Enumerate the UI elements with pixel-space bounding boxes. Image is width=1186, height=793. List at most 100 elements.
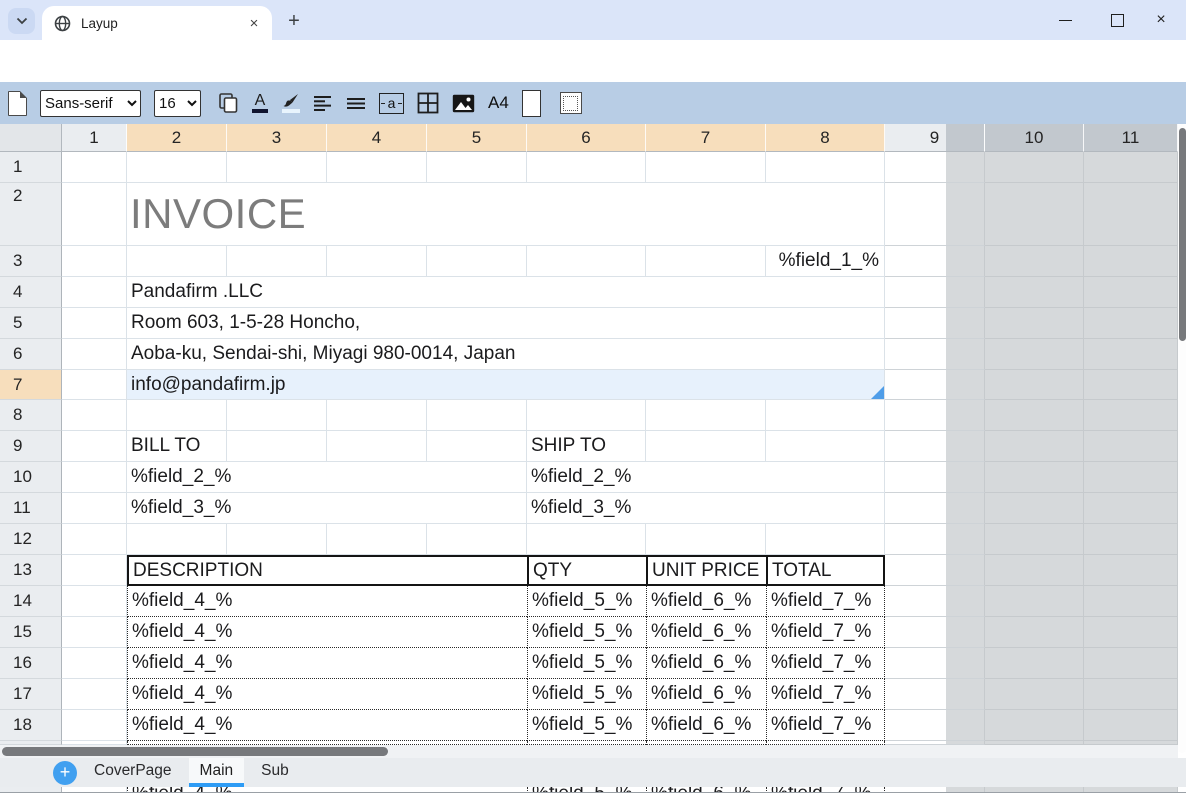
row-header[interactable]: 9 — [0, 431, 62, 462]
grid-cell[interactable] — [227, 431, 327, 462]
grid-cell[interactable] — [62, 617, 127, 648]
table-data-cell[interactable]: %field_5_% — [527, 679, 646, 710]
grid-cell[interactable] — [985, 493, 1084, 524]
grid-cell[interactable] — [62, 555, 127, 586]
grid-cell[interactable] — [327, 246, 427, 277]
table-data-cell[interactable]: %field_7_% — [766, 710, 885, 741]
grid-cell[interactable] — [985, 787, 1084, 793]
column-header[interactable]: 9 — [885, 124, 985, 152]
grid-cell[interactable] — [427, 524, 527, 555]
grid-cell[interactable] — [62, 370, 127, 400]
page-orientation-button[interactable] — [522, 88, 541, 118]
column-header[interactable]: 5 — [427, 124, 527, 152]
line-spacing-button[interactable] — [346, 88, 366, 118]
grid-cell[interactable] — [127, 524, 227, 555]
grid-cell[interactable] — [1084, 679, 1178, 710]
row-header[interactable]: 4 — [0, 277, 62, 308]
grid-cell[interactable] — [1084, 462, 1178, 493]
grid-cell[interactable] — [985, 277, 1084, 308]
paper-size-label[interactable]: A4 — [488, 88, 509, 118]
grid-cell[interactable] — [527, 152, 646, 183]
grid-cell[interactable] — [766, 431, 885, 462]
table-data-cell[interactable]: %field_7_% — [766, 617, 885, 648]
grid-cell[interactable] — [1084, 277, 1178, 308]
tab-close-icon[interactable]: × — [244, 13, 264, 33]
grid-cell[interactable] — [1084, 400, 1178, 431]
table-data-cell[interactable]: %field_5_% — [527, 586, 646, 617]
grid-cell[interactable] — [985, 462, 1084, 493]
fill-color-button[interactable] — [281, 88, 300, 118]
column-header[interactable]: 8 — [766, 124, 885, 152]
column-header[interactable]: 3 — [227, 124, 327, 152]
grid-cell[interactable]: %field_1_% — [766, 246, 885, 277]
grid-cell[interactable] — [227, 400, 327, 431]
table-data-cell[interactable]: %field_6_% — [646, 586, 766, 617]
table-data-cell[interactable]: %field_7_% — [766, 586, 885, 617]
table-header-cell[interactable]: TOTAL — [766, 555, 885, 586]
row-header[interactable]: 2 — [0, 183, 62, 246]
grid-cell[interactable] — [327, 152, 427, 183]
grid-cell[interactable] — [885, 555, 985, 586]
grid-cell[interactable] — [885, 246, 985, 277]
grid-cell[interactable] — [885, 431, 985, 462]
grid-cell[interactable] — [885, 400, 985, 431]
row-header[interactable]: 15 — [0, 617, 62, 648]
grid-corner-cell[interactable] — [0, 124, 62, 152]
grid-cell[interactable] — [885, 787, 985, 793]
grid-cell[interactable] — [62, 679, 127, 710]
grid-cell[interactable] — [985, 183, 1084, 246]
table-data-cell[interactable]: %field_5_% — [527, 617, 646, 648]
borders-button[interactable] — [417, 88, 439, 118]
grid-cell[interactable]: SHIP TO — [527, 431, 646, 462]
table-data-cell[interactable]: %field_6_% — [646, 617, 766, 648]
grid-cell[interactable] — [985, 431, 1084, 462]
table-data-cell[interactable]: %field_4_% — [127, 617, 527, 648]
column-header[interactable]: 6 — [527, 124, 646, 152]
grid-cell[interactable] — [227, 152, 327, 183]
grid-cell[interactable]: %field_3_% — [127, 493, 527, 524]
table-data-cell[interactable]: %field_7_% — [766, 679, 885, 710]
row-header[interactable]: 1 — [0, 152, 62, 183]
grid-cell[interactable] — [646, 431, 766, 462]
grid-cell[interactable] — [62, 339, 127, 370]
column-header[interactable]: 10 — [985, 124, 1084, 152]
row-header[interactable]: 6 — [0, 339, 62, 370]
row-header[interactable]: 13 — [0, 555, 62, 586]
grid-cell[interactable] — [885, 183, 985, 246]
column-header[interactable]: 4 — [327, 124, 427, 152]
row-header[interactable]: 12 — [0, 524, 62, 555]
grid-cell[interactable] — [885, 524, 985, 555]
browser-tab[interactable]: Layup × — [42, 6, 272, 40]
grid-cell[interactable] — [62, 277, 127, 308]
vertical-scrollbar[interactable] — [1178, 124, 1186, 753]
copy-button[interactable] — [218, 88, 239, 118]
grid-cell[interactable] — [1084, 648, 1178, 679]
grid-cell[interactable] — [427, 152, 527, 183]
grid-cell[interactable] — [1084, 152, 1178, 183]
table-data-cell[interactable]: %field_6_% — [646, 648, 766, 679]
grid-cell[interactable] — [227, 246, 327, 277]
text-wrap-button[interactable]: a — [379, 88, 404, 118]
grid-cell[interactable] — [327, 524, 427, 555]
horizontal-scrollbar-thumb[interactable] — [2, 747, 388, 756]
grid-cell[interactable] — [427, 246, 527, 277]
grid-cell[interactable] — [766, 524, 885, 555]
grid-cell[interactable] — [1084, 787, 1178, 793]
grid-cell[interactable] — [62, 183, 127, 246]
grid-cell[interactable] — [1084, 710, 1178, 741]
table-header-cell[interactable]: QTY — [527, 555, 646, 586]
grid-cell[interactable] — [885, 648, 985, 679]
grid-cell[interactable] — [985, 586, 1084, 617]
table-data-cell[interactable]: %field_4_% — [127, 648, 527, 679]
grid-cell[interactable] — [127, 152, 227, 183]
table-data-cell[interactable]: %field_6_% — [646, 679, 766, 710]
row-header[interactable]: 3 — [0, 246, 62, 277]
table-data-cell[interactable]: %field_6_% — [646, 710, 766, 741]
window-close-button[interactable]: × — [1148, 10, 1174, 30]
column-header[interactable]: 11 — [1084, 124, 1178, 152]
grid-cell[interactable] — [227, 524, 327, 555]
sheet-tab-coverpage[interactable]: CoverPage — [83, 758, 183, 787]
row-header[interactable]: 16 — [0, 648, 62, 679]
horizontal-scrollbar[interactable] — [0, 745, 1178, 758]
grid-cell[interactable]: Room 603, 1-5-28 Honcho, — [127, 308, 885, 339]
